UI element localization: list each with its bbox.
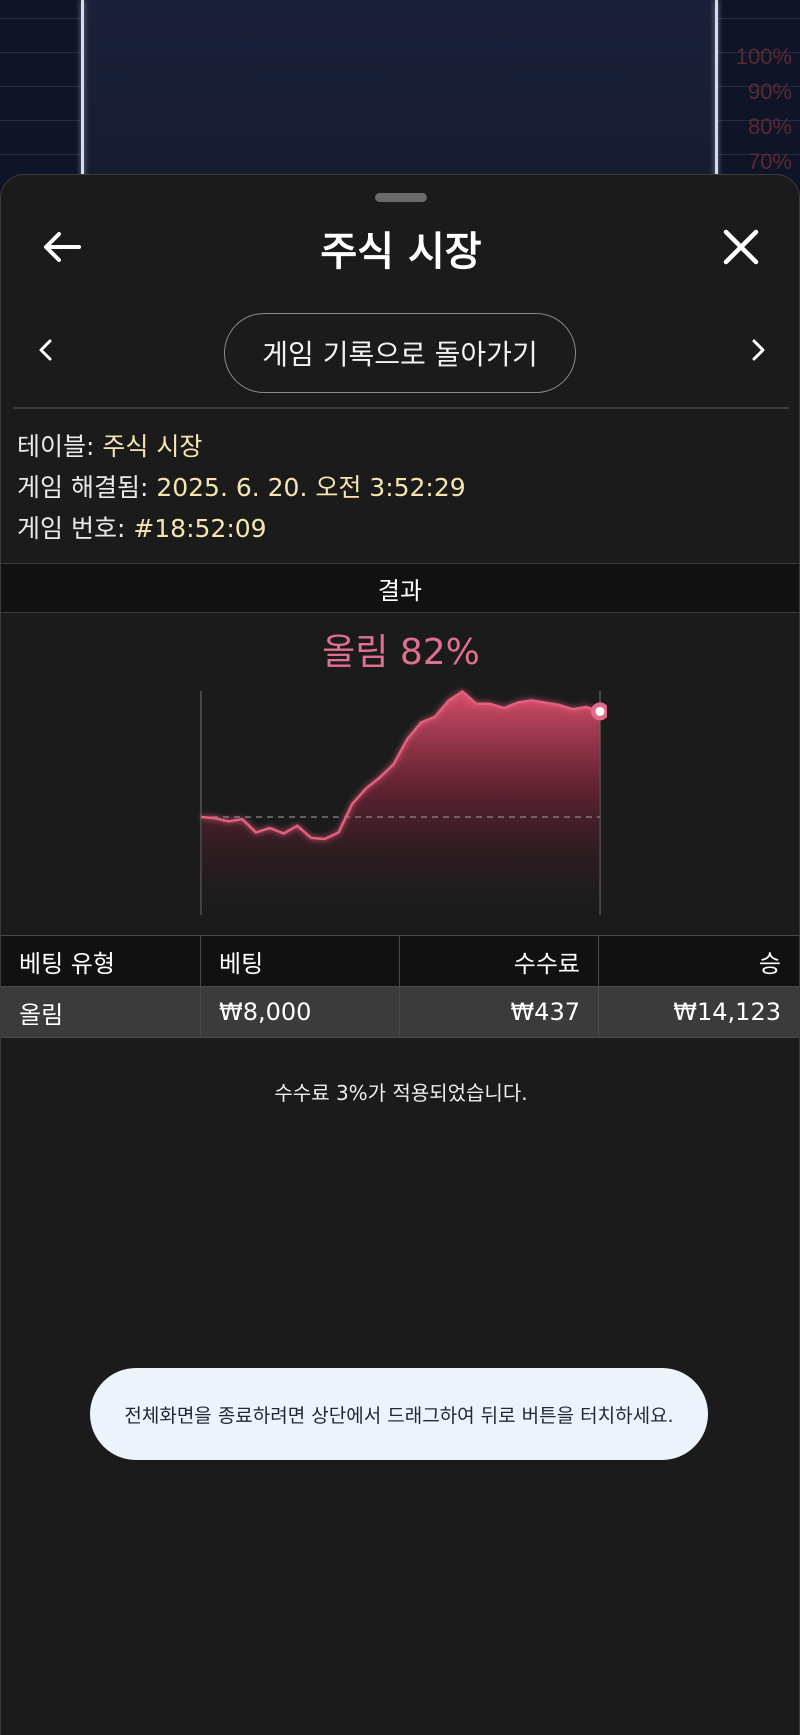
header-win: 승	[758, 949, 781, 978]
chart-area	[201, 691, 600, 915]
info-table-label: 테이블:	[17, 432, 103, 461]
history-bottom-sheet: 주식 시장 게임 기록으로 돌아가기 테이블: 주식 시장 게임 해결됨: 20…	[0, 174, 800, 1735]
table-row: 올림 ₩8,000 ₩437 ₩14,123	[1, 987, 799, 1038]
page-title: 주식 시장	[320, 229, 482, 275]
result-section-header: 결과	[1, 563, 799, 613]
info-resolved-label: 게임 해결됨:	[17, 473, 157, 502]
bg-chart-panel	[82, 0, 718, 200]
bg-percent-label: 90%	[747, 79, 792, 104]
result-section-label: 결과	[377, 576, 423, 605]
back-to-history-button[interactable]: 게임 기록으로 돌아가기	[224, 313, 576, 393]
info-resolved: 게임 해결됨: 2025. 6. 20. 오전 3:52:29	[17, 468, 466, 504]
info-game-number-value: #18:52:09	[133, 514, 267, 543]
cell-bet-type: 올림	[1, 987, 201, 1037]
chevron-right-icon	[752, 339, 765, 361]
fee-note: 수수료 3%가 적용되었습니다.	[274, 1081, 528, 1105]
bg-rail-right	[715, 0, 718, 200]
drag-handle[interactable]	[375, 193, 427, 202]
header-bet: 베팅	[201, 936, 400, 986]
info-game-number: 게임 번호: #18:52:09	[17, 509, 267, 545]
bet-table-header: 베팅 유형 베팅 수수료 승	[1, 935, 799, 987]
header-fee: 수수료	[400, 936, 599, 986]
prev-game-button[interactable]	[31, 335, 61, 365]
close-icon	[723, 229, 759, 265]
info-table: 테이블: 주식 시장	[17, 427, 202, 463]
header-bet-type: 베팅 유형	[1, 936, 201, 986]
result-chart	[200, 690, 607, 915]
bg-rail-left	[81, 0, 84, 200]
divider	[13, 407, 789, 409]
close-button[interactable]	[717, 223, 765, 271]
cell-win: ₩14,123	[673, 998, 781, 1026]
chart-end-marker-dot	[595, 706, 605, 716]
next-game-button[interactable]	[743, 335, 773, 365]
bg-percent-label: 80%	[747, 114, 792, 139]
info-table-value: 주식 시장	[102, 432, 203, 461]
result-outcome-label: 올림 82%	[322, 632, 480, 673]
info-game-number-label: 게임 번호:	[17, 514, 134, 543]
chevron-left-icon	[39, 339, 52, 361]
fullscreen-toast: 전체화면을 종료하려면 상단에서 드래그하여 뒤로 버튼을 터치하세요.	[90, 1368, 708, 1460]
background-game: 100% 90% 80% 70%	[0, 0, 800, 200]
info-resolved-value: 2025. 6. 20. 오전 3:52:29	[156, 473, 466, 502]
cell-bet: ₩8,000	[201, 987, 400, 1037]
bg-percent-label: 70%	[747, 149, 792, 174]
bet-table: 베팅 유형 베팅 수수료 승 올림 ₩8,000 ₩437 ₩14,123	[1, 935, 799, 1038]
cell-fee: ₩437	[400, 987, 599, 1037]
bg-percent-label: 100%	[735, 44, 792, 69]
